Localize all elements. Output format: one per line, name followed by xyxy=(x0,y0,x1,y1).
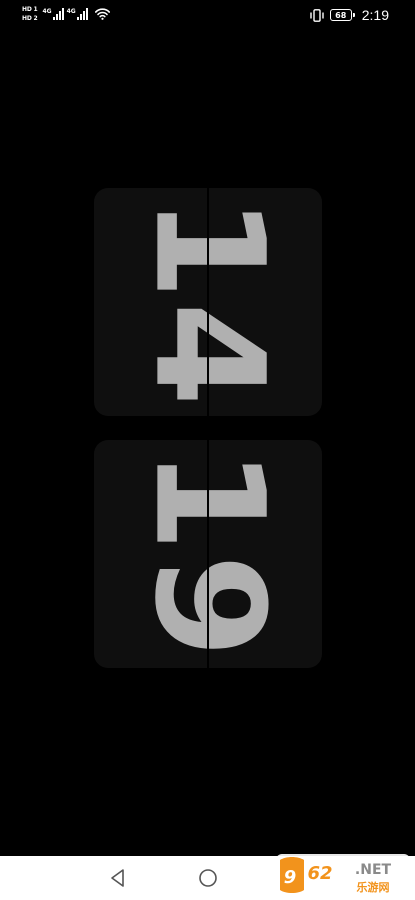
status-bar-right: 68 2:19 xyxy=(310,7,389,23)
svg-text:.NET: .NET xyxy=(355,862,392,878)
sim2-network-label: 4G xyxy=(66,8,76,15)
svg-text:9: 9 xyxy=(284,867,297,888)
status-time: 2:19 xyxy=(361,7,389,23)
status-bar-left: HD 1 HD 2 4G 4G xyxy=(22,6,110,22)
minutes-flip-card[interactable]: 19 xyxy=(94,440,322,668)
sim2-signal: 4G xyxy=(67,8,88,20)
sim1-signal: 4G xyxy=(42,8,64,20)
svg-text:62: 62 xyxy=(307,863,332,884)
home-icon[interactable] xyxy=(198,868,218,888)
card-split-line xyxy=(207,440,209,668)
vibrate-icon xyxy=(310,8,324,22)
sim1-hd-badge: HD 1 xyxy=(22,6,38,13)
sim2-hd-badge: HD 2 xyxy=(22,15,38,22)
wifi-icon xyxy=(94,8,110,20)
hours-flip-card[interactable]: 14 xyxy=(94,188,322,416)
battery-level: 68 xyxy=(335,10,347,20)
card-split-line xyxy=(207,188,209,416)
svg-text:乐游网: 乐游网 xyxy=(357,880,390,894)
signal-bars-icon xyxy=(76,8,88,20)
sim1-network-label: 4G xyxy=(42,8,52,15)
site-watermark-logo: 9 62 .NET 乐游网 xyxy=(276,854,410,896)
back-icon[interactable] xyxy=(108,868,128,888)
status-bar: HD 1 HD 2 4G 4G 68 2:19 xyxy=(0,0,415,32)
battery-icon: 68 xyxy=(329,9,355,21)
signal-bars-icon xyxy=(52,8,64,20)
sim-badges: HD 1 HD 2 xyxy=(22,6,38,22)
